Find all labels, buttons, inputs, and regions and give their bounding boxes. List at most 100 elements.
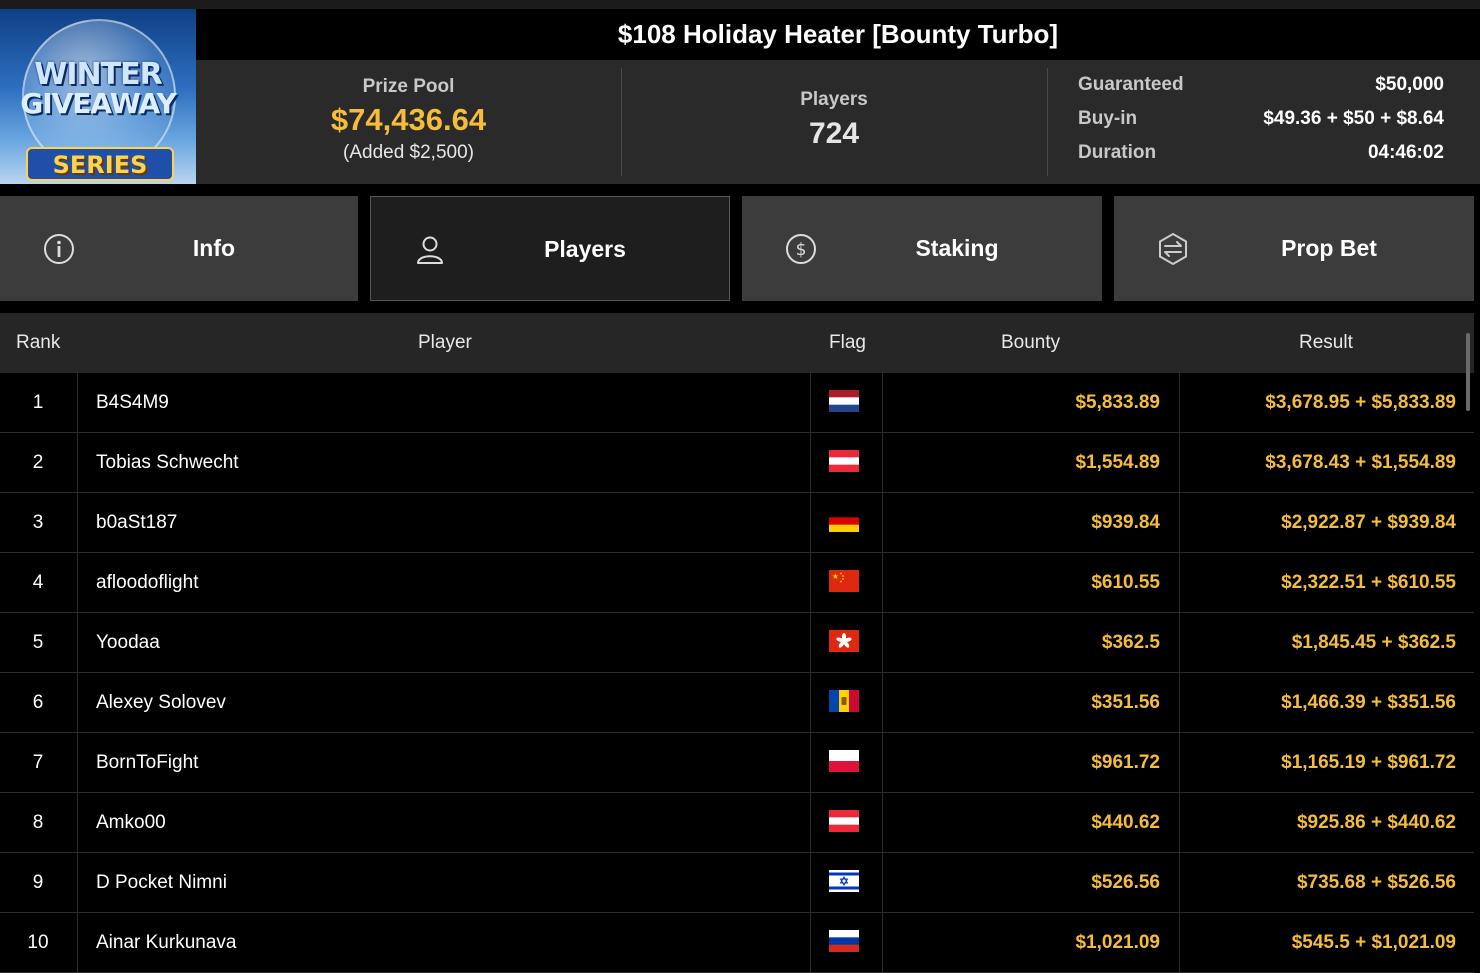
tab-label: Prop Bet: [1281, 235, 1377, 261]
bounty-cell: $939.84: [1091, 512, 1160, 533]
netherlands-flag-icon: [829, 390, 859, 412]
tab-label: Info: [192, 235, 236, 261]
player-name-cell[interactable]: Yoodaa: [77, 613, 809, 672]
result-cell: $925.86 + $440.62: [1179, 793, 1474, 852]
logo-line-3: SERIES: [26, 147, 174, 181]
prize-pool-section: Prize Pool $74,436.64 (Added $2,500): [196, 68, 621, 176]
bounty-cell: $440.62: [1091, 812, 1160, 833]
result-cell: $2,322.51 + $610.55: [1179, 553, 1474, 612]
player-name-cell[interactable]: BornToFight: [77, 733, 809, 792]
flag-cell: [810, 373, 883, 432]
tournament-title: $108 Holiday Heater [Bounty Turbo]: [196, 9, 1480, 60]
table-header: Rank Player Flag Bounty Result: [0, 313, 1474, 373]
flag-cell: ★: [810, 553, 883, 612]
table-row[interactable]: 4 afloodoflight ★ $610.55 $2,322.51 + $610.5…: [0, 553, 1474, 613]
rank-cell: 1: [32, 392, 44, 413]
rank-cell: 4: [32, 572, 44, 593]
austria-flag-icon: [829, 810, 859, 832]
table-row[interactable]: 7 BornToFight $961.72 $1,165.19 + $961.72: [0, 733, 1474, 793]
rank-cell: 5: [32, 632, 44, 653]
detail-row-guaranteed: Guaranteed $50,000: [1078, 68, 1444, 102]
tab-bar: Info Players $ Staking Prop Bet: [0, 196, 1480, 301]
player-name-cell[interactable]: B4S4M9: [77, 373, 809, 432]
flag-cell: [810, 913, 883, 972]
header-result[interactable]: Result: [1299, 313, 1353, 373]
poland-flag-icon: [829, 750, 859, 772]
players-section: Players 724: [622, 68, 1046, 176]
tab-label: Players: [544, 236, 626, 262]
tab-info[interactable]: Info: [0, 196, 358, 301]
table-row[interactable]: 10 Ainar Kurkunava $1,021.09 $545.5 + $1,02…: [0, 913, 1474, 973]
tab-staking[interactable]: $ Staking: [742, 196, 1102, 301]
flag-cell: [810, 853, 883, 912]
flag-cell: [810, 433, 883, 492]
winter-giveaway-series-logo: WINTER GIVEAWAY SERIES: [0, 9, 196, 184]
bounty-cell: $526.56: [1091, 872, 1160, 893]
player-name-cell[interactable]: D Pocket Nimni: [77, 853, 809, 912]
prize-pool-label: Prize Pool: [362, 76, 455, 97]
table-row[interactable]: 6 Alexey Solovev $351.56 $1,466.39 + $351.5…: [0, 673, 1474, 733]
player-name-cell[interactable]: Amko00: [77, 793, 809, 852]
summary-divider: [1047, 68, 1048, 176]
prize-pool-added: (Added $2,500): [343, 142, 474, 163]
detail-value: $50,000: [1375, 74, 1444, 95]
detail-row-buy-in: Buy-in $49.36 + $50 + $8.64: [1078, 102, 1444, 136]
israel-flag-icon: [829, 870, 859, 892]
flag-cell: [810, 733, 883, 792]
china-flag-icon: ★: [829, 570, 859, 592]
bounty-cell: $1,021.09: [1075, 932, 1160, 953]
rank-cell: 3: [32, 512, 44, 533]
detail-label: Guaranteed: [1078, 74, 1184, 95]
player-name-cell[interactable]: afloodoflight: [77, 553, 809, 612]
player-name-cell[interactable]: Alexey Solovev: [77, 673, 809, 732]
hong-kong-flag-icon: [829, 630, 859, 652]
player-name-cell[interactable]: Tobias Schwecht: [77, 433, 809, 492]
table-row[interactable]: 8 Amko00 $440.62 $925.86 + $440.62: [0, 793, 1474, 853]
player-name-cell[interactable]: b0aSt187: [77, 493, 809, 552]
result-cell: $1,466.39 + $351.56: [1179, 673, 1474, 732]
tab-label: Staking: [915, 235, 999, 261]
prize-pool-value: $74,436.64: [330, 102, 487, 137]
top-strip: [0, 0, 1480, 9]
tournament-details: Guaranteed $50,000 Buy-in $49.36 + $50 +…: [1078, 68, 1444, 176]
header-rank[interactable]: Rank: [16, 313, 60, 373]
rank-cell: 6: [32, 692, 44, 713]
logo-line-2: GIVEAWAY: [20, 87, 177, 120]
header-bounty[interactable]: Bounty: [1001, 313, 1060, 373]
result-cell: $3,678.95 + $5,833.89: [1179, 373, 1474, 432]
table-row[interactable]: 3 b0aSt187 $939.84 $2,922.87 + $939.84: [0, 493, 1474, 553]
rank-cell: 7: [32, 752, 44, 773]
austria-flag-icon: [829, 450, 859, 472]
table-row[interactable]: 9 D Pocket Nimni $526.56 $735.68 + $526.56: [0, 853, 1474, 913]
moldova-flag-icon: [829, 690, 859, 712]
result-cell: $545.5 + $1,021.09: [1179, 913, 1474, 972]
header-player[interactable]: Player: [418, 313, 472, 373]
tab-players[interactable]: Players: [370, 196, 730, 301]
flag-cell: [810, 613, 883, 672]
flag-cell: [810, 793, 883, 852]
players-count: 724: [808, 117, 860, 150]
svg-text:★: ★: [832, 572, 839, 581]
detail-row-duration: Duration 04:46:02: [1078, 136, 1444, 170]
table-row[interactable]: 1 B4S4M9 $5,833.89 $3,678.95 + $5,833.89: [0, 373, 1474, 433]
bounty-cell: $961.72: [1091, 752, 1160, 773]
table-row[interactable]: 2 Tobias Schwecht $1,554.89 $3,678.43 + $1,…: [0, 433, 1474, 493]
bounty-cell: $351.56: [1091, 692, 1160, 713]
tab-prop-bet[interactable]: Prop Bet: [1114, 196, 1474, 301]
bounty-cell: $5,833.89: [1075, 392, 1160, 413]
result-cell: $735.68 + $526.56: [1179, 853, 1474, 912]
detail-label: Buy-in: [1078, 108, 1138, 129]
rank-cell: 2: [32, 452, 44, 473]
player-name-cell[interactable]: Ainar Kurkunava: [77, 913, 809, 972]
rank-cell: 9: [32, 872, 44, 893]
bounty-cell: $610.55: [1091, 572, 1160, 593]
rank-cell: 10: [27, 932, 49, 953]
players-label: Players: [800, 89, 868, 110]
header-flag[interactable]: Flag: [829, 313, 866, 373]
result-cell: $3,678.43 + $1,554.89: [1179, 433, 1474, 492]
detail-label: Duration: [1078, 142, 1157, 163]
result-cell: $1,845.45 + $362.5: [1179, 613, 1474, 672]
players-table: Rank Player Flag Bounty Result 1 B4S4M9 $5…: [0, 313, 1480, 973]
table-row[interactable]: 5 Yoodaa $362.5 $1,845.45 + $362.5: [0, 613, 1474, 673]
result-cell: $1,165.19 + $961.72: [1179, 733, 1474, 792]
